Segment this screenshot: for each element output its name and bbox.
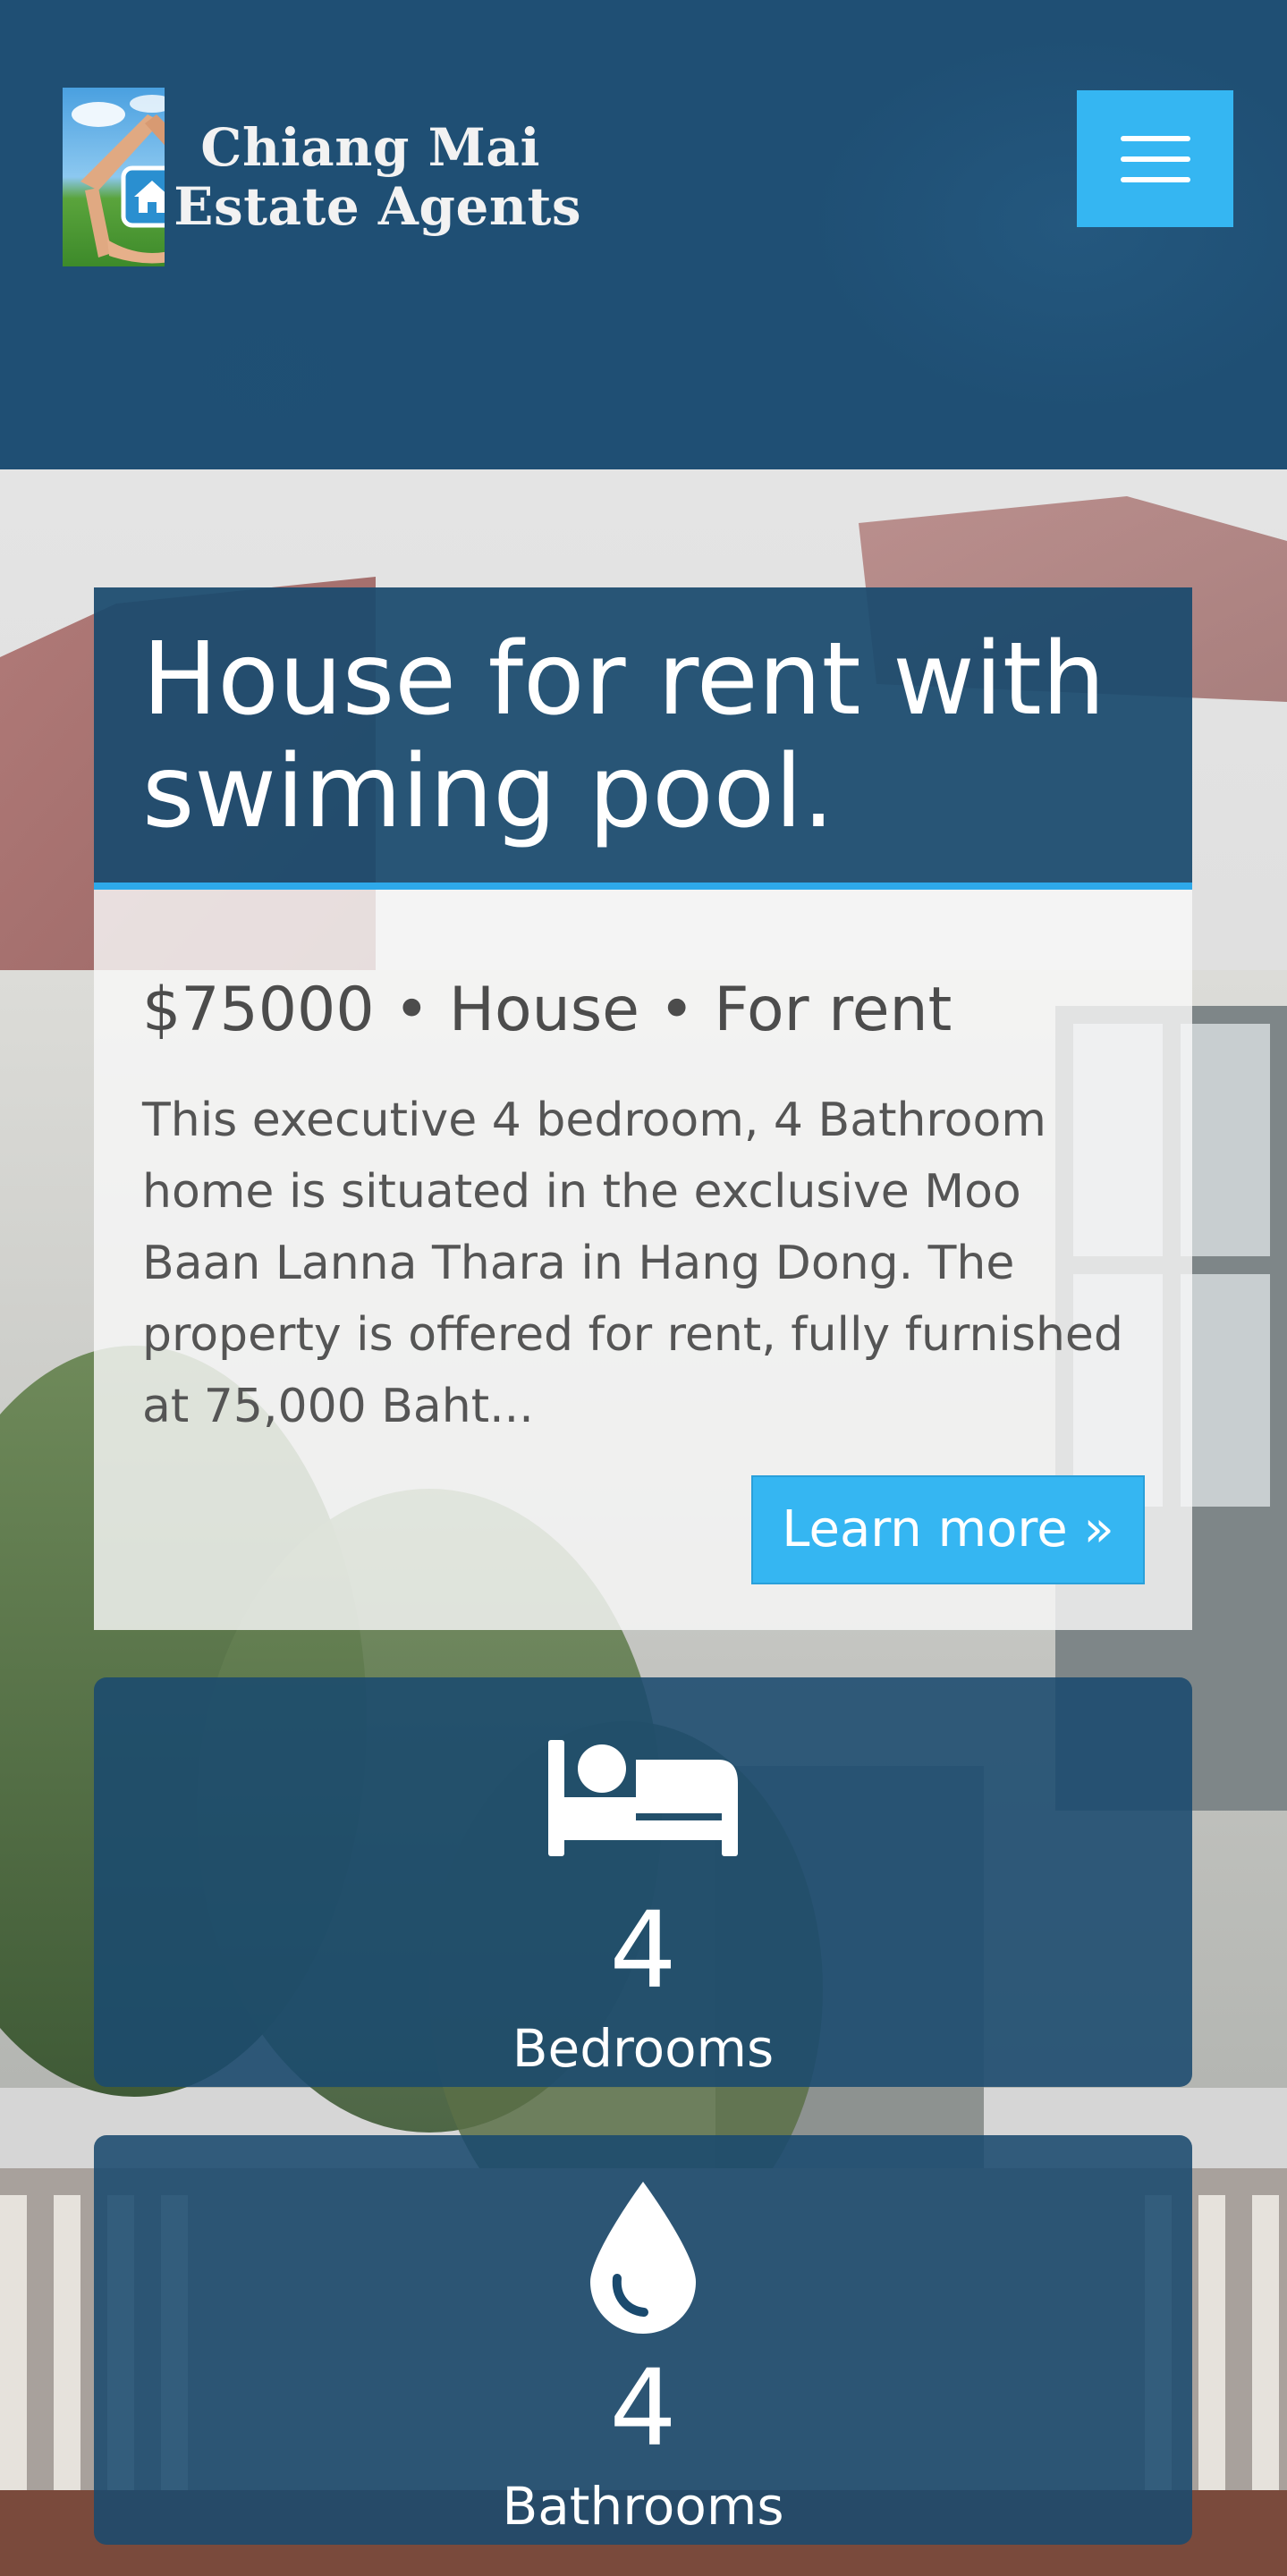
site-logo[interactable]: Chiang Mai Estate Agents	[63, 88, 581, 266]
page: Chiang Mai Estate Agents House for rent …	[0, 0, 1287, 2576]
logo-line-1: Chiang Mai	[200, 117, 540, 178]
hamburger-menu-icon	[1120, 135, 1190, 182]
listing-title: House for rent with swiming pool.	[142, 621, 1105, 850]
bed-icon	[94, 1740, 1192, 1856]
bedrooms-label: Bedrooms	[512, 2018, 775, 2079]
site-header: Chiang Mai Estate Agents	[0, 0, 1287, 469]
logo-image	[63, 88, 165, 266]
bedrooms-stat: 4 Bedrooms	[94, 1677, 1192, 2087]
water-drop-icon	[94, 2182, 1192, 2334]
learn-more-button[interactable]: Learn more »	[751, 1475, 1145, 1584]
listing-description: This executive 4 bedroom, 4 Bathroom hom…	[142, 1094, 1123, 1433]
listing-details-panel: $75000 • House • For rent This executive…	[94, 890, 1192, 1630]
bathrooms-label: Bathrooms	[502, 2476, 784, 2537]
listing-title-panel: House for rent with swiming pool.	[94, 587, 1192, 890]
logo-text: Chiang Mai Estate Agents	[174, 118, 581, 236]
hands-house-logo-icon	[72, 95, 165, 264]
menu-toggle-button[interactable]	[1077, 90, 1233, 227]
bathrooms-count: 4	[609, 2346, 677, 2470]
listing-summary: $75000 • House • For rent	[142, 975, 953, 1045]
bathrooms-stat: 4 Bathrooms	[94, 2135, 1192, 2545]
logo-line-2: Estate Agents	[174, 176, 581, 237]
bedrooms-count: 4	[609, 1888, 677, 2012]
